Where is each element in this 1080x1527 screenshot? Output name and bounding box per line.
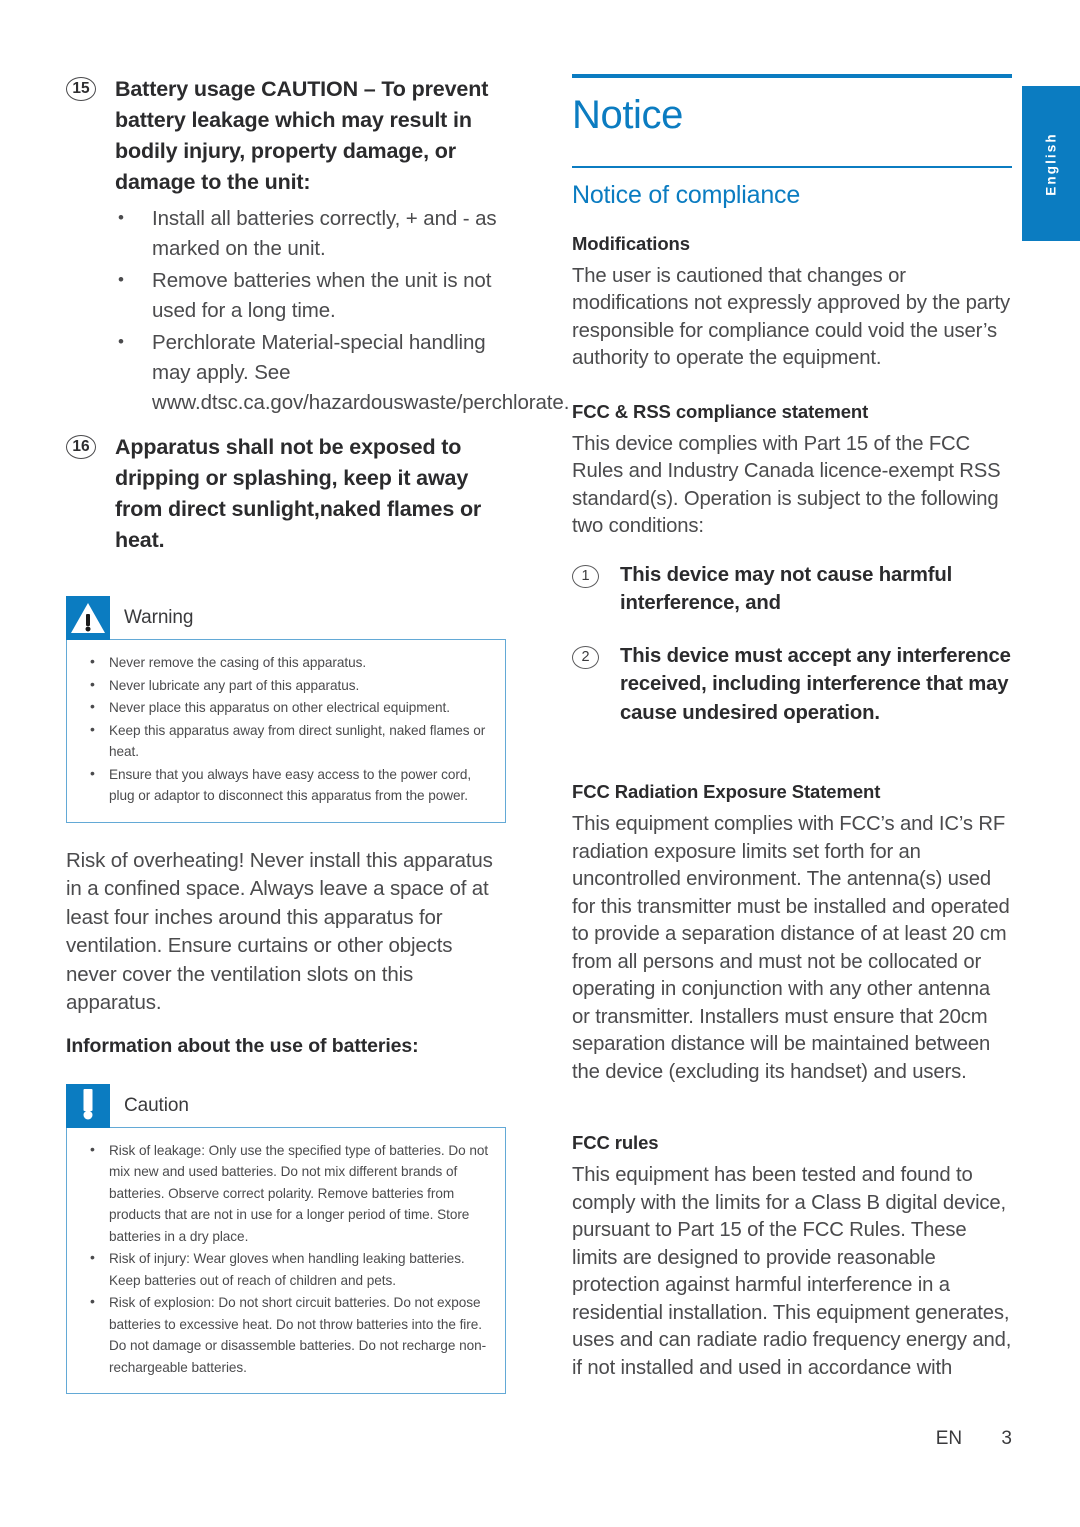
caution-box-body: Risk of leakage: Only use the specified …	[66, 1126, 506, 1394]
item-number-badge: 15	[66, 77, 96, 101]
list-item: Ensure that you always have easy access …	[81, 763, 491, 807]
fcc-rss-paragraph: This device complies with Part 15 of the…	[572, 432, 1001, 538]
page-title: Notice	[572, 93, 683, 137]
list-item: Risk of injury: Wear gloves when handlin…	[81, 1247, 491, 1291]
batteries-subheading: Information about the use of batteries:	[66, 1034, 419, 1057]
modifications-paragraph: The user is cautioned that changes or mo…	[572, 264, 1010, 370]
warning-triangle-icon	[66, 596, 110, 640]
condition-text: This device must accept any interference…	[620, 644, 1011, 724]
list-item: Risk of leakage: Only use the specified …	[81, 1139, 491, 1248]
condition-number-badge: 1	[572, 564, 599, 588]
list-item: Keep this apparatus away from direct sun…	[81, 719, 491, 763]
numbered-item-16: 16 Apparatus shall not be exposed to dri…	[66, 432, 506, 556]
list-item: Perchlorate Material-special handling ma…	[66, 327, 569, 418]
condition-item-1: 1 This device may not cause harmful inte…	[572, 561, 1012, 618]
condition-number-badge: 2	[572, 645, 599, 669]
radiation-paragraph: This equipment complies with FCC’s and I…	[572, 813, 1010, 1083]
list-item: Never lubricate any part of this apparat…	[81, 674, 491, 697]
item-number-badge: 16	[66, 435, 96, 459]
caution-exclamation-icon	[66, 1083, 110, 1128]
list-item: Never place this apparatus on other elec…	[81, 696, 491, 719]
exclamation-bar	[86, 613, 90, 626]
title-top-rule	[572, 74, 1012, 78]
radiation-heading: FCC Radiation Exposure Statement	[572, 781, 881, 802]
item-text: Battery usage CAUTION – To prevent batte…	[115, 77, 489, 194]
item-15-bullet-list: Install all batteries correctly, + and -…	[66, 203, 569, 418]
caution-box-header: Caution	[66, 1083, 506, 1128]
caution-box: Caution Risk of leakage: Only use the sp…	[66, 1083, 506, 1394]
caution-box-title: Caution	[124, 1094, 189, 1116]
numbered-item-15: 15 Battery usage CAUTION – To prevent ba…	[66, 74, 506, 198]
overheating-paragraph: Risk of overheating! Never install this …	[66, 848, 493, 1015]
condition-item-2: 2 This device must accept any interferen…	[572, 642, 1012, 728]
exclamation-bar	[83, 1089, 93, 1112]
document-page: English 15 Battery usage CAUTION – To pr…	[0, 0, 1080, 1527]
footer-page-number: 3	[1001, 1428, 1012, 1449]
language-tab: English	[1022, 86, 1080, 241]
footer-language-code: EN	[935, 1428, 963, 1449]
exclamation-dot	[83, 1110, 93, 1120]
right-column: Notice Notice of compliance Modification…	[572, 74, 1012, 1382]
exclamation-dot	[85, 626, 91, 632]
warning-box-body: Never remove the casing of this apparatu…	[66, 639, 506, 823]
language-tab-label: English	[1043, 131, 1059, 196]
left-column: 15 Battery usage CAUTION – To prevent ba…	[66, 74, 569, 1394]
list-item: Install all batteries correctly, + and -…	[66, 203, 506, 264]
warning-box-title: Warning	[124, 607, 194, 628]
list-item: Never remove the casing of this apparatu…	[81, 651, 491, 674]
caution-bullet-list: Risk of leakage: Only use the specified …	[81, 1139, 491, 1379]
warning-box-header: Warning	[66, 596, 506, 640]
warning-box: Warning Never remove the casing of this …	[66, 596, 506, 823]
condition-text: This device may not cause harmful interf…	[620, 563, 953, 615]
list-item: Risk of explosion: Do not short circuit …	[81, 1291, 491, 1378]
fcc-rss-heading: FCC & RSS compliance statement	[572, 400, 869, 422]
page-footer: EN 3	[572, 1428, 1012, 1450]
fcc-rules-heading: FCC rules	[572, 1132, 659, 1153]
item-text: Apparatus shall not be exposed to drippi…	[115, 435, 482, 552]
warning-bullet-list: Never remove the casing of this apparatu…	[81, 651, 491, 807]
fcc-rules-paragraph: This equipment has been tested and found…	[572, 1164, 1012, 1379]
modifications-heading: Modifications	[572, 232, 690, 254]
title-bottom-rule	[572, 166, 1012, 168]
list-item: Remove batteries when the unit is not us…	[66, 265, 506, 326]
section-title: Notice of compliance	[572, 180, 801, 209]
